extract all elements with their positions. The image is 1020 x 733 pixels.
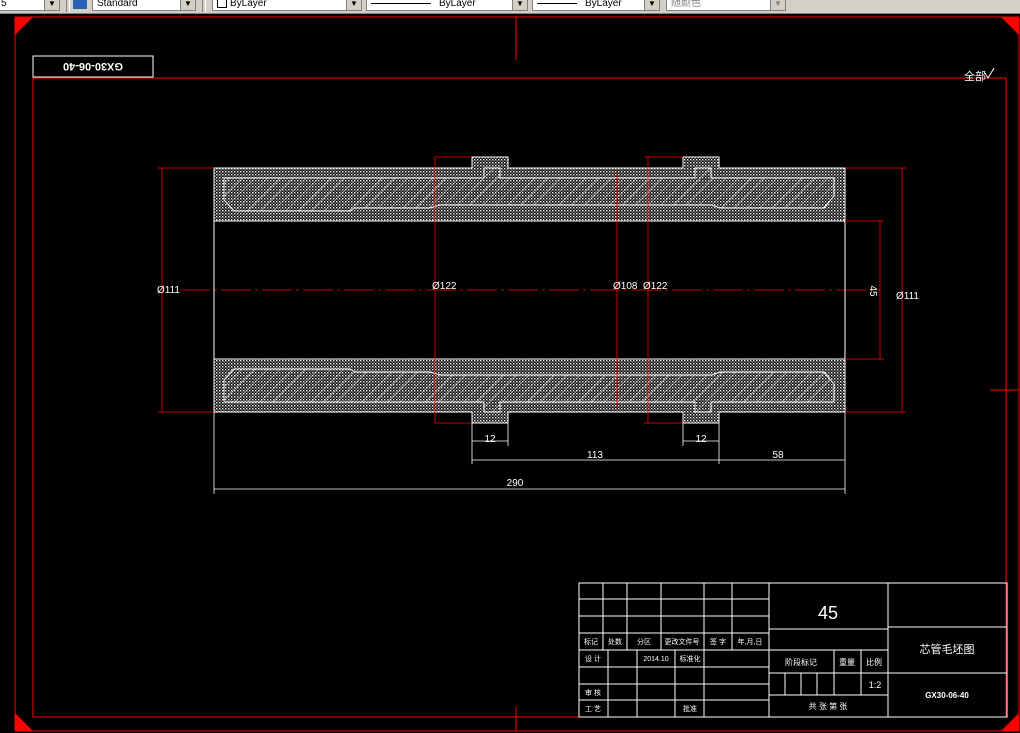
text-style-value: 5 [1, 0, 7, 9]
approve-label: 批准 [683, 704, 697, 713]
chevron-down-icon[interactable]: ▼ [770, 0, 785, 10]
dim-12-a: 12 [484, 434, 496, 445]
chevron-down-icon[interactable]: ▼ [346, 0, 361, 10]
dim-dia-right: Ø111 [896, 291, 919, 302]
color-value: ByLayer [230, 0, 267, 9]
plot-style-value: 随颜色 [671, 0, 701, 9]
rev-count-label: 处数 [608, 637, 622, 646]
material-text: 45 [818, 603, 838, 623]
toolbar-separator [66, 0, 70, 12]
lineweight-preview-icon [537, 2, 577, 4]
color-dropdown[interactable]: ByLayer ▼ [212, 0, 362, 11]
standardize-label: 标准化 [680, 654, 701, 663]
dimension-lines-horizontal [213, 412, 846, 494]
dim-dia-108: Ø108 [613, 281, 638, 292]
design-date: 2014.10 [643, 656, 668, 663]
rev-date-label: 年,月,日 [738, 637, 763, 646]
corner-mark [15, 713, 33, 731]
color-swatch-icon [217, 0, 227, 9]
dim-290: 290 [507, 478, 524, 489]
chevron-down-icon[interactable]: ▼ [512, 0, 527, 10]
drawing-canvas[interactable]: GX30-06-40 全部 Ø111 Ø122 Ø108 Ø122 45 Ø11… [0, 14, 1020, 733]
plot-style-dropdown[interactable]: 随颜色 ▼ [666, 0, 786, 11]
lineweight-value: ByLayer [585, 0, 622, 9]
drawing-number-upside-down: GX30-06-40 [63, 60, 123, 72]
scale-label: 比例 [866, 657, 882, 667]
sheets-label: 共 张 第 张 [809, 701, 848, 711]
linetype-dropdown[interactable]: ByLayer ▼ [366, 0, 528, 11]
lower-wall-section [213, 358, 846, 424]
chevron-down-icon[interactable]: ▼ [644, 0, 659, 10]
part-name: 芯管毛坯图 [920, 642, 975, 656]
scale-value: 1:2 [869, 680, 882, 690]
dim-style-icon[interactable] [73, 0, 87, 9]
upper-wall-section [213, 156, 846, 222]
review-label: 审 核 [585, 688, 601, 697]
text-style-dropdown[interactable]: 5 ▼ [0, 0, 60, 11]
roughness-note: 全部 [964, 69, 986, 83]
dim-dia-122-a: Ø122 [432, 281, 457, 292]
linetype-preview-icon [371, 2, 431, 4]
chevron-down-icon[interactable]: ▼ [180, 0, 195, 10]
drawing-number-box: GX30-06-40 [32, 55, 154, 78]
process-label: 工 艺 [585, 705, 601, 713]
dim-style-value: Standard [97, 0, 138, 9]
dim-style-dropdown[interactable]: Standard ▼ [92, 0, 196, 11]
dim-dia-122-b: Ø122 [643, 281, 668, 292]
corner-mark [1001, 17, 1019, 35]
lineweight-dropdown[interactable]: ByLayer ▼ [532, 0, 660, 11]
rev-zone-label: 分区 [637, 637, 651, 646]
rev-doc-label: 更改文件号 [665, 637, 700, 646]
corner-mark [15, 17, 33, 35]
rev-mark-label: 标记 [584, 637, 598, 646]
dim-45: 45 [867, 285, 878, 297]
title-drawing-number: GX30-06-40 [925, 691, 969, 700]
linetype-value: ByLayer [439, 0, 476, 9]
dim-113: 113 [587, 450, 603, 461]
properties-toolbar: 5 ▼ Standard ▼ ByLayer ▼ ByLayer ▼ ByLayer ▼ … [0, 0, 1020, 14]
dim-58: 58 [772, 450, 784, 461]
dim-dia-left: Ø111 [157, 285, 180, 296]
stage-mark-label: 阶段标记 [785, 657, 817, 667]
roughness-symbol-icon [984, 67, 995, 79]
chevron-down-icon[interactable]: ▼ [44, 0, 59, 10]
toolbar-separator [202, 0, 206, 12]
dim-12-b: 12 [695, 434, 707, 445]
corner-mark [1001, 713, 1019, 731]
weight-label: 重量 [839, 657, 855, 667]
rev-sign-label: 签 字 [710, 637, 726, 646]
designer-label: 设 计 [585, 654, 601, 663]
